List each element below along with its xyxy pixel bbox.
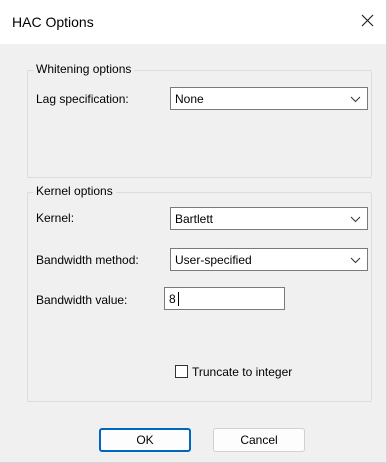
kernel-value: Bartlett: [175, 212, 214, 226]
dialog-title: HAC Options: [12, 14, 94, 30]
cancel-button[interactable]: Cancel: [213, 428, 305, 452]
chevron-down-icon: [350, 216, 361, 223]
kernel-options-legend: Kernel options: [33, 184, 116, 198]
lag-specification-value: None: [175, 92, 204, 106]
hac-options-dialog: HAC Options Whitening options Lag specif…: [0, 0, 387, 463]
title-bar: HAC Options: [0, 0, 386, 44]
kernel-label: Kernel:: [36, 211, 75, 225]
whitening-options-legend: Whitening options: [33, 62, 135, 76]
bandwidth-method-label: Bandwidth method:: [36, 253, 139, 267]
bandwidth-value-text: 8: [169, 292, 176, 306]
text-caret: [178, 292, 179, 306]
truncate-label[interactable]: Truncate to integer: [192, 365, 292, 379]
kernel-select[interactable]: Bartlett: [170, 207, 368, 230]
close-button[interactable]: [354, 8, 380, 34]
ok-button[interactable]: OK: [99, 428, 191, 452]
bandwidth-method-value: User-specified: [175, 253, 252, 267]
chevron-down-icon: [350, 257, 361, 264]
bandwidth-method-select[interactable]: User-specified: [170, 248, 368, 271]
chevron-down-icon: [350, 96, 361, 103]
truncate-checkbox[interactable]: [175, 365, 188, 378]
bandwidth-value-input[interactable]: 8: [164, 287, 285, 310]
lag-specification-label: Lag specification:: [36, 92, 129, 106]
lag-specification-select[interactable]: None: [170, 87, 368, 110]
close-icon: [361, 14, 374, 27]
bandwidth-value-label: Bandwidth value:: [36, 293, 128, 307]
